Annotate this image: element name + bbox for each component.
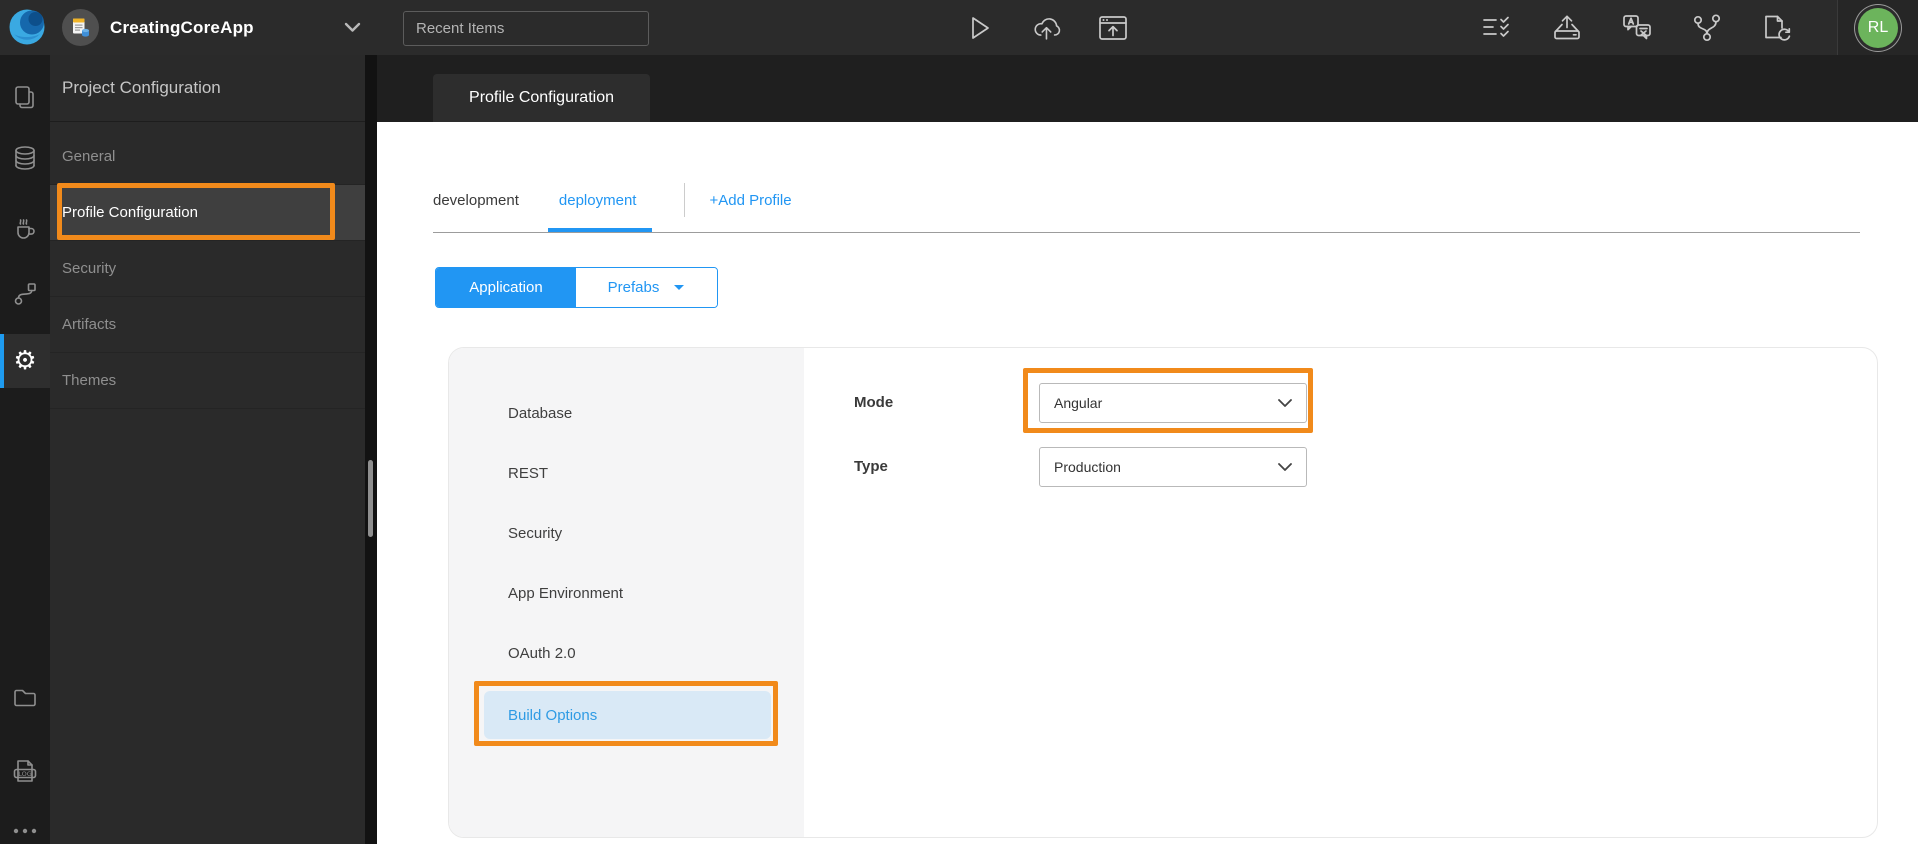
type-label: Type <box>854 458 888 475</box>
more-dots-icon[interactable] <box>0 804 50 858</box>
main-content: development deployment +Add Profile Appl… <box>377 122 1918 844</box>
database-icon[interactable] <box>0 131 50 185</box>
menu-item-rest[interactable]: REST <box>484 449 771 497</box>
apis-icon[interactable] <box>0 267 50 321</box>
version-graph-icon[interactable] <box>1690 11 1724 45</box>
sidebar-item-general[interactable]: General <box>50 129 365 185</box>
settings-gear-icon[interactable]: ⚙ <box>0 334 50 388</box>
mode-select-chevron-down-icon <box>1278 399 1292 407</box>
settings-sidebar: Project Configuration General Profile Co… <box>50 55 365 844</box>
menu-item-oauth[interactable]: OAuth 2.0 <box>484 629 771 677</box>
user-menu[interactable]: RL <box>1837 0 1918 55</box>
mode-value: Angular <box>1054 395 1103 411</box>
logs-icon[interactable]: LOG <box>0 744 50 798</box>
wavemaker-logo-icon[interactable] <box>8 8 46 46</box>
project-avatar[interactable] <box>62 9 99 46</box>
checklist-icon[interactable] <box>1480 11 1514 45</box>
prefabs-label: Prefabs <box>607 279 660 296</box>
profile-tabs: development deployment +Add Profile <box>433 178 792 222</box>
cloud-upload-icon[interactable] <box>1029 11 1063 45</box>
user-avatar[interactable]: RL <box>1858 7 1898 48</box>
tabs-horizontal-rule <box>433 232 1860 233</box>
tab-development[interactable]: development <box>433 192 519 209</box>
deploy-export-icon[interactable] <box>1550 11 1584 45</box>
pages-icon[interactable] <box>0 71 50 125</box>
project-switcher-chevron-down-icon[interactable] <box>344 22 361 33</box>
tab-deployment[interactable]: deployment <box>559 192 637 209</box>
sidebar-scrollbar-thumb[interactable] <box>368 460 373 537</box>
run-actions-group <box>962 0 1130 55</box>
prefabs-caret-down-icon <box>674 285 685 290</box>
project-icon <box>73 18 89 37</box>
mode-select[interactable]: Angular <box>1039 383 1307 423</box>
menu-item-build-options[interactable]: Build Options <box>484 691 771 739</box>
folder-icon[interactable] <box>0 670 50 724</box>
app-preview-upload-icon[interactable] <box>1096 11 1130 45</box>
menu-item-app-environment[interactable]: App Environment <box>484 569 771 617</box>
sidebar-item-themes[interactable]: Themes <box>50 353 365 409</box>
add-profile-button[interactable]: +Add Profile <box>709 192 791 209</box>
project-name[interactable]: CreatingCoreApp <box>110 0 254 55</box>
recent-items-input[interactable] <box>403 11 649 46</box>
type-select-chevron-down-icon <box>1278 463 1292 471</box>
mode-label: Mode <box>854 394 894 411</box>
left-icon-rail: ⚙ LOG <box>0 55 50 844</box>
svg-text:LOG: LOG <box>18 770 32 778</box>
tabs-vertical-divider <box>684 183 686 217</box>
sidebar-item-profile-configuration[interactable]: Profile Configuration <box>50 185 365 241</box>
prefabs-toggle-button[interactable]: Prefabs <box>576 268 717 307</box>
type-select[interactable]: Production <box>1039 447 1307 487</box>
translate-icon[interactable] <box>1620 11 1654 45</box>
application-toggle-button[interactable]: Application <box>436 268 576 307</box>
sidebar-item-artifacts[interactable]: Artifacts <box>50 297 365 353</box>
type-value: Production <box>1054 459 1121 475</box>
sidebar-item-security[interactable]: Security <box>50 241 365 297</box>
scope-toggle: Application Prefabs <box>435 267 718 308</box>
open-tab-profile-configuration[interactable]: Profile Configuration <box>433 74 650 122</box>
run-play-icon[interactable] <box>962 11 996 45</box>
menu-item-database[interactable]: Database <box>484 389 771 437</box>
workspace-actions-group <box>1480 0 1794 55</box>
sidebar-divider <box>365 55 377 844</box>
file-sync-icon[interactable] <box>1760 11 1794 45</box>
content-tab-bar: Profile Configuration <box>377 55 1918 122</box>
profile-settings-card: Database REST Security App Environment O… <box>448 347 1878 838</box>
sidebar-title: Project Configuration <box>50 55 365 122</box>
java-services-icon[interactable] <box>0 200 50 254</box>
menu-item-security[interactable]: Security <box>484 509 771 557</box>
top-bar: CreatingCoreApp Recent Items RL <box>0 0 1918 55</box>
